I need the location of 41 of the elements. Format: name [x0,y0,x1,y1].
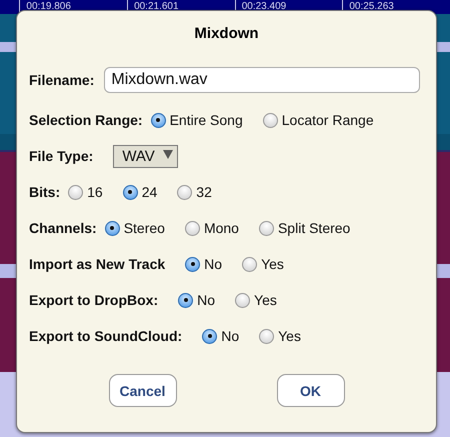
radio-button[interactable] [259,328,274,344]
radio-option[interactable]: Entire Song [150,112,243,128]
radio-option[interactable]: Stereo [104,220,165,236]
filename-field[interactable]: Mixdown.wav [104,67,420,93]
radio-option[interactable]: Split Stereo [258,220,350,236]
field-label: Selection Range: [29,112,143,128]
radio-button[interactable] [122,184,138,200]
radio-option[interactable]: Locator Range [262,112,374,128]
cancel-button[interactable]: Cancel [108,374,176,407]
radio-button[interactable] [104,220,120,236]
field-label: Export to SoundCloud: [29,328,182,344]
radio-option[interactable]: No [185,256,222,272]
dialog-title: Mixdown [194,25,259,42]
radio-button[interactable] [235,292,250,308]
radio-button[interactable] [202,328,218,344]
field-label: Filename: [29,72,94,88]
field-label: Export to DropBox: [29,292,158,308]
radio-button[interactable] [185,256,200,272]
field-label: Bits: [29,184,60,200]
radio-button[interactable] [184,220,200,236]
field-label: Channels: [29,220,97,236]
file-type-dropdown[interactable]: WAV [113,144,178,168]
radio-option[interactable]: 24 [122,184,158,200]
radio-button[interactable] [258,220,274,236]
field-label: Import as New Track [29,256,166,272]
radio-option[interactable]: Yes [235,292,277,308]
radio-option[interactable]: 32 [177,184,212,200]
ok-button[interactable]: OK [276,374,344,407]
radio-button[interactable] [68,184,84,200]
radio-button[interactable] [178,292,194,308]
radio-button[interactable] [177,184,192,200]
field-label: File Type: [29,148,94,164]
radio-option[interactable]: Yes [242,256,284,272]
radio-option[interactable]: Mono [184,220,239,236]
radio-button[interactable] [150,112,166,128]
radio-button[interactable] [262,112,278,128]
radio-button[interactable] [242,256,258,272]
radio-option[interactable]: 16 [68,184,103,200]
radio-option[interactable]: No [178,292,216,308]
radio-option[interactable]: Yes [259,328,301,344]
radio-option[interactable]: No [202,328,240,344]
